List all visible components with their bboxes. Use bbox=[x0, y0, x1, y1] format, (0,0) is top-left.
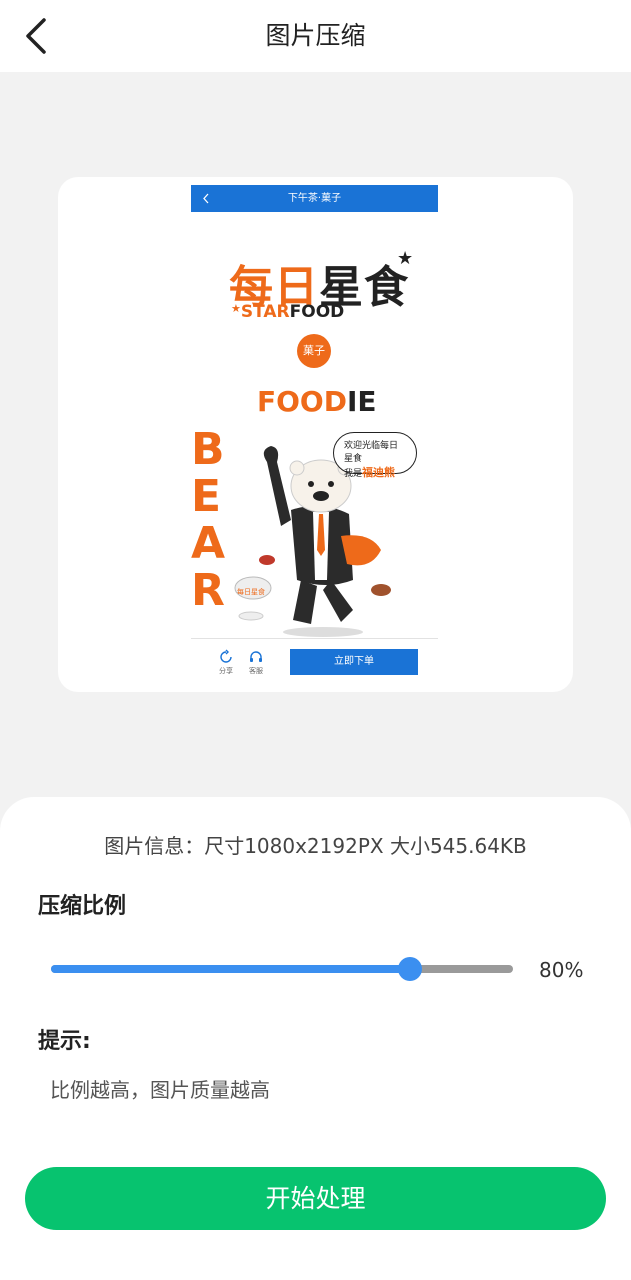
hint-text: 比例越高，图片质量越高 bbox=[50, 1078, 270, 1102]
preview-image: 下午茶·菓子 每日星食 ★ ★STARFOOD 菓子 FOODIE B E A … bbox=[191, 185, 438, 680]
settings-panel: 图片信息：尺寸1080x2192PX 大小545.64KB 压缩比例 80% 提… bbox=[0, 797, 631, 1280]
share-icon bbox=[220, 649, 232, 663]
brand-badge: 菓子 bbox=[297, 334, 331, 368]
hint-label: 提示: bbox=[38, 1029, 91, 1054]
image-preview-card: 下午茶·菓子 每日星食 ★ ★STARFOOD 菓子 FOODIE B E A … bbox=[58, 177, 573, 692]
share-button[interactable]: 分享 bbox=[211, 649, 241, 680]
service-button[interactable]: 客服 bbox=[241, 649, 271, 680]
compression-slider[interactable] bbox=[51, 957, 513, 981]
bear-letter: A bbox=[191, 518, 226, 569]
preview-header-title: 下午茶·菓子 bbox=[287, 193, 342, 204]
share-label: 分享 bbox=[219, 667, 233, 675]
foodie-title: FOODIE bbox=[257, 385, 377, 418]
compression-ratio-label: 压缩比例 bbox=[38, 894, 127, 919]
headset-icon bbox=[250, 651, 262, 662]
logo-english: ★STARFOOD bbox=[231, 302, 345, 322]
slider-fill bbox=[51, 965, 410, 973]
page-title: 图片压缩 bbox=[265, 21, 366, 50]
service-label: 客服 bbox=[249, 667, 263, 675]
svg-text:每日星食: 每日星食 bbox=[237, 587, 265, 596]
logo-star-icon: ★ bbox=[397, 248, 414, 269]
top-bar: 图片压缩 bbox=[0, 0, 631, 72]
bear-letter: B bbox=[191, 424, 225, 475]
start-processing-button[interactable]: 开始处理 bbox=[25, 1167, 606, 1230]
slider-thumb[interactable] bbox=[398, 957, 422, 981]
speech-bubble: 欢迎光临每日星食 我是福迪熊 bbox=[333, 432, 417, 479]
preview-back-icon bbox=[199, 185, 213, 212]
preview-divider bbox=[191, 638, 438, 639]
bear-letter: R bbox=[191, 565, 225, 616]
order-now-button[interactable]: 立即下单 bbox=[290, 649, 418, 675]
bear-letter: E bbox=[191, 471, 222, 522]
slider-value: 80% bbox=[539, 958, 584, 982]
preview-header: 下午茶·菓子 bbox=[191, 185, 438, 212]
image-info: 图片信息：尺寸1080x2192PX 大小545.64KB bbox=[104, 834, 527, 858]
